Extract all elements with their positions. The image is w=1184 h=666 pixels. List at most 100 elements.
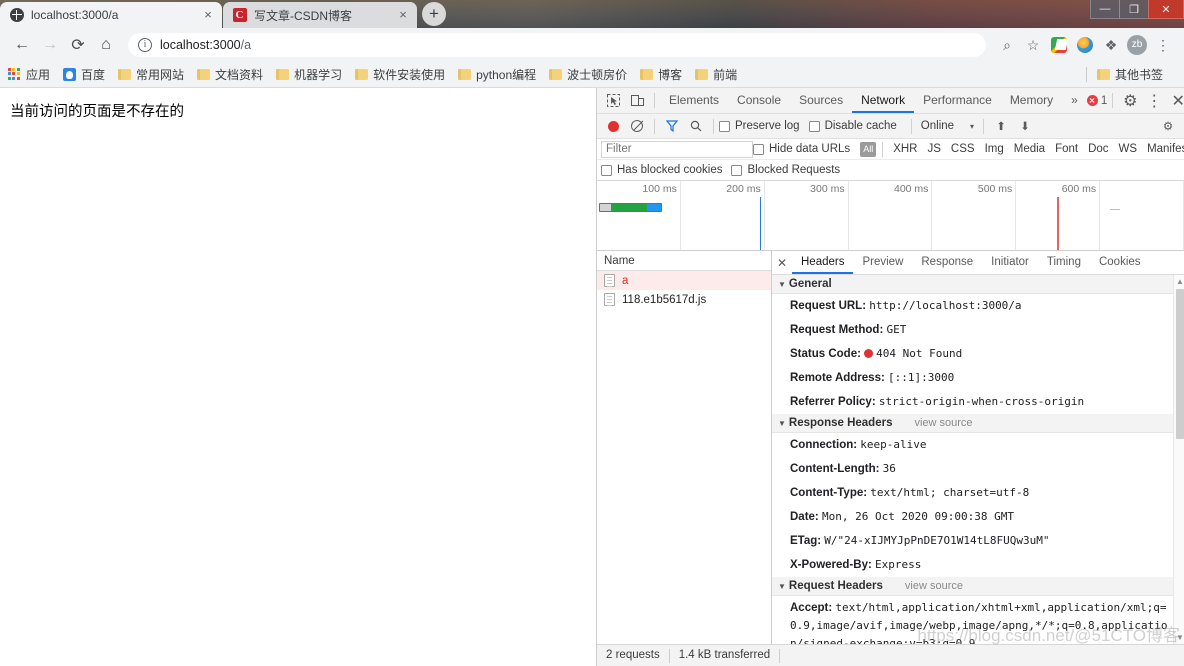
bookmark-folder-8[interactable]: 博客 xyxy=(640,66,682,83)
tab-performance[interactable]: Performance xyxy=(914,88,1001,113)
site-info-icon[interactable]: i xyxy=(138,38,152,52)
bookmark-folder-4[interactable]: 机器学习 xyxy=(276,66,342,83)
tab-timing[interactable]: Timing xyxy=(1038,251,1090,274)
tab-network[interactable]: Network xyxy=(852,88,915,113)
globe-extension-icon[interactable] xyxy=(1072,32,1098,58)
filter-type-all[interactable]: All xyxy=(860,141,877,157)
section-general-header[interactable]: ▼ General xyxy=(772,275,1184,294)
more-options-icon[interactable]: ⋮ xyxy=(1142,90,1166,112)
browser-tab-0[interactable]: localhost:3000/a × xyxy=(0,2,222,28)
section-title: Request Headers xyxy=(788,579,883,592)
bookmark-folder-6[interactable]: python编程 xyxy=(458,66,536,83)
filter-type-font[interactable]: Font xyxy=(1051,142,1082,157)
tab-elements[interactable]: Elements xyxy=(660,88,728,113)
has-blocked-cookies-checkbox[interactable]: Has blocked cookies xyxy=(601,164,722,176)
section-request-headers-header[interactable]: ▼ Request Headers view source xyxy=(772,577,1184,596)
bookmark-folder-5[interactable]: 软件安装使用 xyxy=(355,66,445,83)
tab-cookies[interactable]: Cookies xyxy=(1090,251,1150,274)
bookmark-folder-7[interactable]: 波士顿房价 xyxy=(549,66,627,83)
error-badge[interactable]: 1 xyxy=(1086,95,1107,107)
bookmark-folder-2[interactable]: 常用网站 xyxy=(118,66,184,83)
bookmark-star-icon[interactable]: ☆ xyxy=(1020,32,1046,58)
back-icon[interactable]: ← xyxy=(8,31,36,59)
tab-headers[interactable]: Headers xyxy=(792,251,854,274)
close-devtools-icon[interactable]: ✕ xyxy=(1166,90,1184,112)
header-name: ETag: xyxy=(790,535,822,547)
window-minimize-button[interactable]: — xyxy=(1090,0,1120,19)
device-toolbar-icon[interactable] xyxy=(625,90,649,112)
bookmark-folder-3[interactable]: 文档资料 xyxy=(197,66,263,83)
zoom-icon[interactable]: ⌕ xyxy=(994,32,1020,58)
network-overview-timeline[interactable]: 100 ms 200 ms 300 ms 400 ms 500 ms 600 m… xyxy=(597,181,1184,251)
preserve-log-checkbox[interactable]: Preserve log xyxy=(719,120,800,132)
bookmark-other[interactable]: 其他书签 xyxy=(1096,66,1163,83)
tab-initiator[interactable]: Initiator xyxy=(982,251,1038,274)
filter-type-media[interactable]: Media xyxy=(1010,142,1049,157)
tab-overflow-icon[interactable]: » xyxy=(1062,88,1087,113)
search-icon[interactable] xyxy=(684,115,708,137)
forward-icon[interactable]: → xyxy=(36,31,64,59)
bookmark-label: 机器学习 xyxy=(294,68,343,82)
blocked-requests-label: Blocked Requests xyxy=(747,164,841,176)
address-bar[interactable]: i localhost:3000/a xyxy=(128,33,986,57)
home-icon[interactable]: ⌂ xyxy=(92,31,120,59)
tab-close-icon[interactable]: × xyxy=(200,7,216,23)
folder-icon xyxy=(640,69,654,80)
table-row[interactable]: a xyxy=(597,271,771,290)
filter-type-doc[interactable]: Doc xyxy=(1084,142,1112,157)
puzzle-icon[interactable]: ❖ xyxy=(1098,32,1124,58)
import-har-icon[interactable]: ⬆ xyxy=(989,115,1013,137)
scroll-down-icon[interactable]: ▼ xyxy=(1176,633,1184,642)
tab-console[interactable]: Console xyxy=(728,88,790,113)
filter-type-xhr[interactable]: XHR xyxy=(889,142,921,157)
clear-button[interactable] xyxy=(625,115,649,137)
header-row: Remote Address: [::1]:3000 xyxy=(772,366,1184,390)
filter-type-img[interactable]: Img xyxy=(981,142,1008,157)
filter-type-css[interactable]: CSS xyxy=(947,142,979,157)
filter-type-ws[interactable]: WS xyxy=(1115,142,1142,157)
window-maximize-button[interactable]: ❐ xyxy=(1119,0,1149,19)
new-tab-button[interactable]: + xyxy=(422,2,446,26)
header-row: ETag: W/"24-xIJMYJpPnDE7O1W14tL8FUQw3uM" xyxy=(772,529,1184,553)
section-response-headers-header[interactable]: ▼ Response Headers view source xyxy=(772,414,1184,433)
bookmark-apps[interactable]: 应用 xyxy=(8,66,50,83)
close-detail-icon[interactable]: ✕ xyxy=(772,256,792,270)
view-source-link[interactable]: view source xyxy=(905,577,963,596)
gear-icon[interactable]: ⚙ xyxy=(1118,90,1142,112)
filter-type-js[interactable]: JS xyxy=(923,142,944,157)
export-har-icon[interactable]: ⬇ xyxy=(1013,115,1037,137)
tab-memory[interactable]: Memory xyxy=(1001,88,1062,113)
throttling-select[interactable]: Online ▾ xyxy=(921,120,974,132)
window-close-button[interactable]: ✕ xyxy=(1148,0,1184,19)
bookmark-baidu[interactable]: 百度 xyxy=(63,66,105,83)
scrollbar-thumb[interactable] xyxy=(1176,289,1184,439)
filter-funnel-icon[interactable] xyxy=(660,115,684,137)
tab-sources[interactable]: Sources xyxy=(790,88,852,113)
bookmark-label: 前端 xyxy=(713,68,738,82)
detail-scrollbar[interactable]: ▲ ▼ xyxy=(1173,275,1184,644)
view-source-link[interactable]: view source xyxy=(914,414,972,433)
chrome-menu-icon[interactable]: ⋮ xyxy=(1150,32,1176,58)
tab-preview[interactable]: Preview xyxy=(853,251,912,274)
tab-close-icon[interactable]: × xyxy=(395,7,411,23)
avatar[interactable]: zb xyxy=(1124,32,1150,58)
tab-response[interactable]: Response xyxy=(912,251,982,274)
network-settings-gear-icon[interactable]: ⚙ xyxy=(1156,115,1180,137)
inspect-element-icon[interactable] xyxy=(601,90,625,112)
network-filter-bar: Hide data URLs All XHR JS CSS Img Media … xyxy=(597,139,1184,160)
hide-data-urls-checkbox[interactable]: Hide data URLs xyxy=(753,143,850,155)
reload-icon[interactable]: ⟳ xyxy=(64,31,92,59)
scroll-up-icon[interactable]: ▲ xyxy=(1176,277,1184,286)
filter-type-manifest[interactable]: Manifest xyxy=(1143,142,1184,157)
blocked-requests-checkbox[interactable]: Blocked Requests xyxy=(731,164,840,176)
table-row[interactable]: 118.e1b5617d.js xyxy=(597,290,771,309)
filter-input[interactable] xyxy=(601,140,753,158)
record-button[interactable] xyxy=(601,115,625,137)
status-error-icon xyxy=(864,349,874,358)
bookmark-label: 文档资料 xyxy=(215,68,264,82)
colorful-extension-icon[interactable] xyxy=(1046,32,1072,58)
disable-cache-checkbox[interactable]: Disable cache xyxy=(808,120,897,132)
browser-tab-1[interactable]: C 写文章-CSDN博客 × xyxy=(223,2,417,28)
bookmark-folder-9[interactable]: 前端 xyxy=(695,66,737,83)
request-list-column-header[interactable]: Name xyxy=(597,251,771,271)
